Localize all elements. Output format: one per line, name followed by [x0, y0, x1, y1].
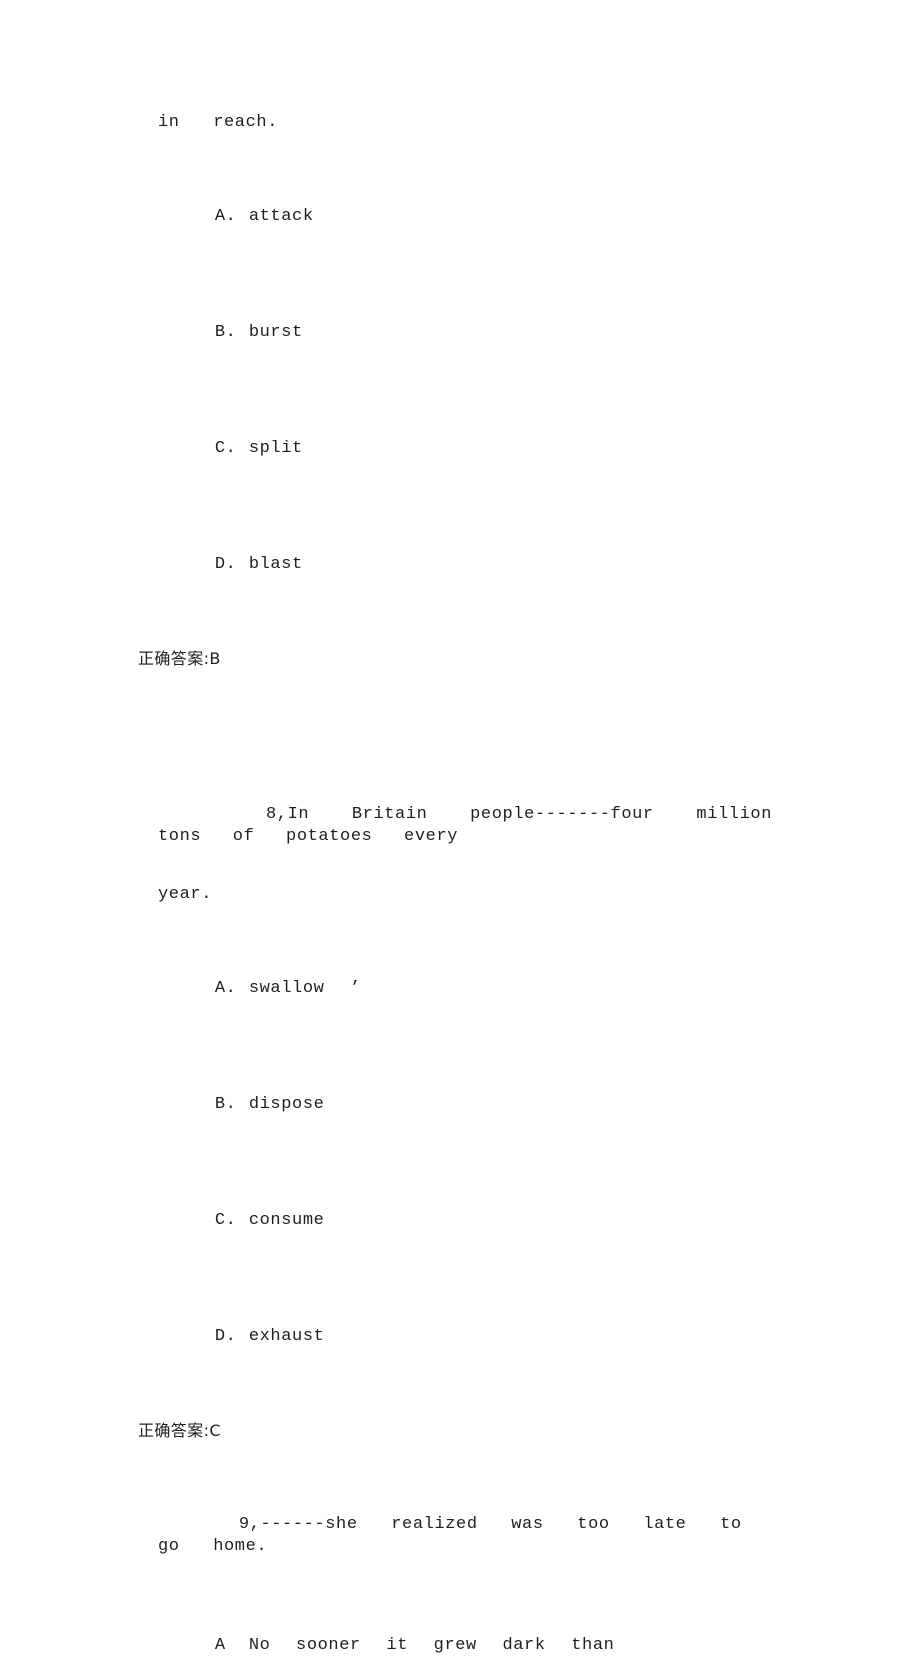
question-stem-continuation: in reach.: [158, 113, 279, 132]
option-text: No sooner it grew dark than: [248, 1636, 615, 1655]
option-label: C.: [214, 1211, 237, 1230]
option-text: blast: [248, 555, 303, 574]
option-text: swallow ’: [248, 979, 361, 998]
question-number: 9,: [238, 1515, 261, 1534]
document-body: in reach. A. attack B. burst C. split D. bla…: [138, 112, 772, 1679]
option-text: attack: [248, 207, 314, 226]
spacer-block: [138, 670, 772, 782]
option-row[interactable]: C. split: [138, 416, 772, 482]
option-text: consume: [248, 1211, 325, 1230]
option-row[interactable]: B. burst: [138, 300, 772, 366]
option-label: A.: [214, 979, 237, 998]
question-stem-wrap: year.: [158, 885, 213, 904]
document-page: in reach. A. attack B. burst C. split D. bla…: [0, 0, 920, 1655]
option-text: dispose: [248, 1095, 325, 1114]
option-row[interactable]: C. consume: [138, 1188, 772, 1254]
option-label: A: [214, 1636, 226, 1655]
option-row[interactable]: A No sooner it grew dark than: [138, 1613, 772, 1679]
option-text: burst: [248, 323, 303, 342]
option-row[interactable]: D. exhaust: [138, 1304, 772, 1370]
question-stem: 8,In Britain people-------four million t…: [138, 782, 772, 870]
correct-answer-line: 正确答案:C: [138, 1421, 221, 1440]
option-text: exhaust: [248, 1327, 325, 1346]
option-label: D.: [214, 555, 237, 574]
option-label: D.: [214, 1327, 237, 1346]
question-stem: 9,------she realized was too late to go …: [138, 1492, 772, 1580]
option-label: A.: [214, 207, 237, 226]
option-text: split: [248, 439, 303, 458]
option-label: B.: [214, 323, 237, 342]
option-row[interactable]: D. blast: [138, 532, 772, 598]
option-label: C.: [214, 439, 237, 458]
option-row[interactable]: A. swallow ’: [138, 956, 772, 1022]
option-label: B.: [214, 1095, 237, 1114]
option-row[interactable]: A. attack: [138, 184, 772, 250]
correct-answer-line: 正确答案:B: [138, 649, 221, 668]
question-number: 8,: [265, 805, 288, 824]
option-row[interactable]: B. dispose: [138, 1072, 772, 1138]
question-text: In Britain people-------four million ton…: [158, 805, 804, 846]
